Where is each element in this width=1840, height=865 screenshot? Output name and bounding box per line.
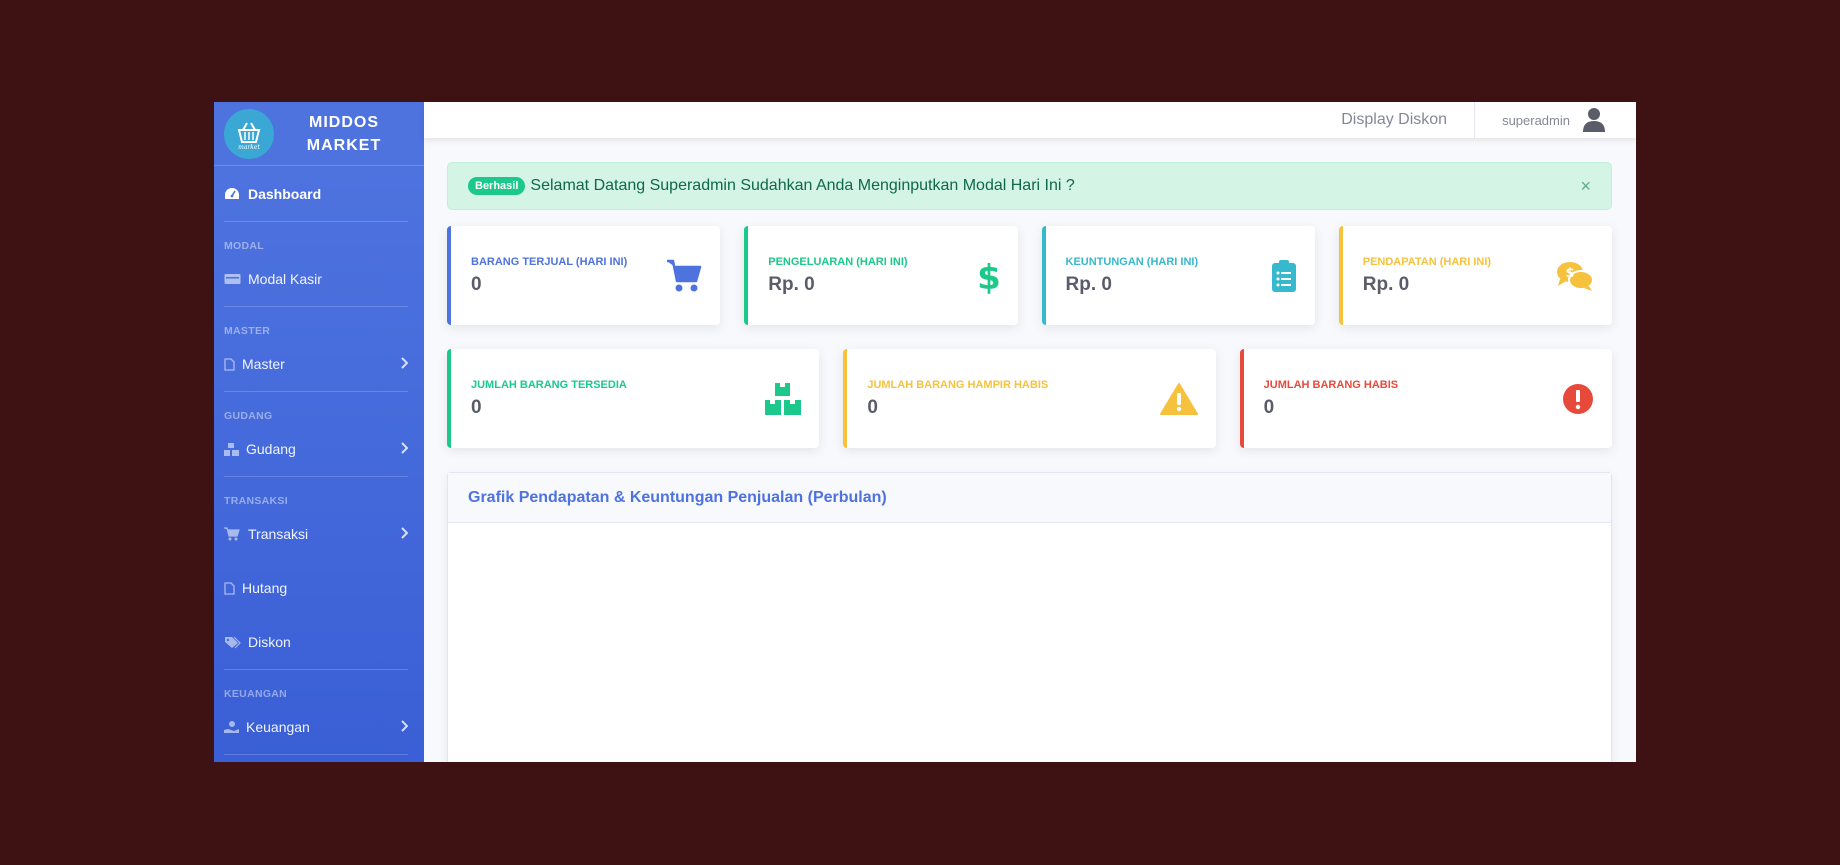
sidebar-item-label: Master: [242, 356, 285, 372]
success-badge: Berhasil: [468, 177, 526, 195]
warning-icon: [1159, 382, 1198, 415]
sidebar-item-transaksi[interactable]: Transaksi: [214, 507, 424, 561]
cart-icon: [224, 527, 248, 541]
close-icon[interactable]: ×: [1580, 176, 1591, 197]
stat-label: PENGELUARAN (HARI INI): [768, 255, 908, 268]
stat-value: 0: [867, 396, 878, 418]
username: superadmin: [1502, 112, 1570, 128]
logo-text: market: [238, 144, 260, 151]
sidebar-item-hutang[interactable]: Hutang: [214, 561, 424, 615]
stat-card-pendapatan: PENDAPATAN (HARI INI) Rp. 0 $: [1338, 226, 1612, 325]
stat-card-pengeluaran: PENGELUARAN (HARI INI) Rp. 0 $: [744, 226, 1018, 325]
stat-card-barang-terjual: BARANG TERJUAL (HARI INI) 0: [447, 226, 721, 325]
file-icon: [224, 357, 242, 371]
sidebar-item-label: Keuangan: [246, 719, 310, 735]
hand-holding-usd-icon: [224, 720, 246, 734]
stat-value: 0: [471, 396, 482, 418]
brand[interactable]: market MIDDOS MARKET: [214, 102, 424, 166]
sidebar-item-label: Transaksi: [248, 526, 309, 542]
stat-value: Rp. 0: [1362, 273, 1410, 295]
stat-label: BARANG TERJUAL (HARI INI): [471, 255, 628, 268]
stat-value: 0: [1263, 396, 1275, 418]
stats-row-today: BARANG TERJUAL (HARI INI) 0 PENGELUARAN …: [447, 226, 1612, 325]
sidebar-item-master[interactable]: Master: [214, 337, 424, 391]
stat-label: JUMLAH BARANG HAMPIR HABIS: [867, 378, 1049, 391]
brand-name: MIDDOS MARKET: [274, 111, 414, 157]
sidebar-divider: [224, 754, 408, 755]
money-bill-icon: [224, 273, 248, 285]
sidebar-item-label: Dashboard: [248, 185, 322, 202]
display-diskon-link[interactable]: Display Diskon: [1341, 111, 1447, 129]
stat-card-barang-hampir-habis: JUMLAH BARANG HAMPIR HABIS 0: [843, 349, 1216, 448]
brand-name-line1: MIDDOS: [309, 113, 379, 131]
chevron-right-icon: [400, 356, 409, 372]
content: Berhasil Selamat Datang Superadmin Sudah…: [424, 138, 1636, 762]
sidebar-heading-transaksi: TRANSAKSI: [224, 495, 288, 507]
stat-value: Rp. 0: [768, 273, 815, 295]
stat-value: 0: [471, 273, 482, 295]
stat-card-barang-habis: JUMLAH BARANG HABIS 0: [1239, 349, 1612, 448]
sidebar: market MIDDOS MARKET Dashboard MODAL Mod…: [214, 102, 424, 762]
chart-card: Grafik Pendapatan & Keuntungan Penjualan…: [447, 472, 1612, 762]
brand-name-line2: MARKET: [306, 136, 382, 154]
sidebar-item-label: Gudang: [246, 441, 296, 457]
sidebar-item-modal-kasir[interactable]: Modal Kasir: [214, 252, 424, 306]
sidebar-heading-gudang: GUDANG: [224, 410, 273, 422]
sidebar-item-keuangan[interactable]: Keuangan: [214, 700, 424, 754]
basket-logo-icon: market: [224, 108, 274, 159]
stat-label: PENDAPATAN (HARI INI): [1362, 255, 1492, 268]
user-menu[interactable]: superadmin: [1502, 107, 1606, 133]
sidebar-item-dashboard[interactable]: Dashboard: [214, 166, 424, 221]
boxes-icon: [765, 382, 802, 415]
chart-title: Grafik Pendapatan & Keuntungan Penjualan…: [448, 473, 1611, 523]
chevron-right-icon: [400, 719, 409, 735]
tags-icon: [224, 636, 248, 649]
svg-text:$: $: [978, 258, 1000, 294]
sidebar-item-label: Diskon: [248, 634, 291, 650]
alert-message: Selamat Datang Superadmin Sudahkan Anda …: [530, 177, 1075, 194]
chevron-right-icon: [400, 526, 409, 542]
sidebar-item-gudang[interactable]: Gudang: [214, 422, 424, 476]
chevron-right-icon: [400, 441, 409, 457]
sidebar-item-label: Hutang: [242, 580, 288, 596]
dollar-icon: $: [978, 258, 1000, 294]
sidebar-item-label: Modal Kasir: [248, 271, 322, 287]
sidebar-heading-modal: MODAL: [224, 240, 264, 252]
sidebar-heading-keuangan: KEUANGAN: [224, 688, 288, 700]
welcome-alert: Berhasil Selamat Datang Superadmin Sudah…: [447, 162, 1612, 210]
app-window: market MIDDOS MARKET Dashboard MODAL Mod…: [214, 102, 1636, 762]
stat-card-barang-tersedia: JUMLAH BARANG TERSEDIA 0: [447, 349, 820, 448]
svg-text:$: $: [1565, 266, 1574, 281]
clipboard-icon: [1271, 259, 1297, 293]
main-area: Display Diskon superadmin Berhasil Selam…: [424, 102, 1636, 762]
cart-icon: [666, 259, 702, 293]
topbar-divider: [1474, 102, 1476, 138]
stats-row-stock: JUMLAH BARANG TERSEDIA 0 JUMLAH BARANG H…: [447, 349, 1612, 448]
stat-card-keuntungan: KEUNTUNGAN (HARI INI) Rp. 0: [1041, 226, 1315, 325]
stat-value: Rp. 0: [1065, 273, 1112, 295]
stat-label: KEUNTUNGAN (HARI INI): [1065, 255, 1199, 268]
stat-label: JUMLAH BARANG TERSEDIA: [471, 378, 627, 391]
boxes-icon: [224, 442, 246, 456]
topbar: Display Diskon superadmin: [424, 102, 1636, 138]
user-icon: [1583, 108, 1605, 132]
sidebar-item-diskon[interactable]: Diskon: [214, 615, 424, 669]
stat-label: JUMLAH BARANG HABIS: [1263, 378, 1399, 391]
file-icon: [224, 581, 242, 595]
tachometer-icon: [224, 187, 248, 201]
comments-dollar-icon: $: [1556, 260, 1594, 292]
sidebar-heading-master: MASTER: [224, 325, 271, 337]
chart-area: [448, 523, 1611, 762]
exclamation-circle-icon: [1562, 383, 1594, 415]
